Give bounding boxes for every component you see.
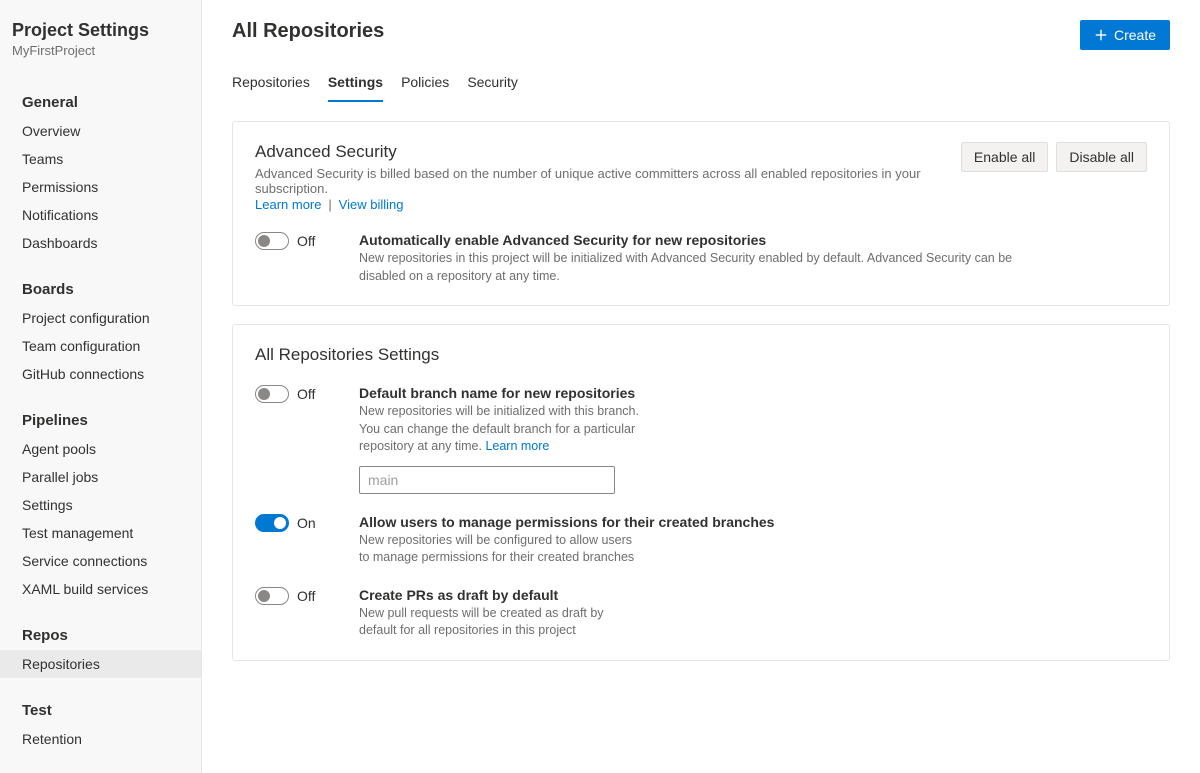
sidebar-group-title: Boards	[0, 275, 201, 304]
page-header: All Repositories Create	[232, 20, 1170, 50]
sidebar-subtitle: MyFirstProject	[12, 43, 189, 58]
enable-all-button[interactable]: Enable all	[961, 142, 1049, 172]
setting-desc: New pull requests will be created as dra…	[359, 605, 639, 640]
sidebar-item-xaml-build-services[interactable]: XAML build services	[0, 575, 201, 603]
sidebar-item-settings[interactable]: Settings	[0, 491, 201, 519]
sidebar-item-retention[interactable]: Retention	[0, 725, 201, 753]
sidebar-group-boards: Boards Project configuration Team config…	[0, 275, 201, 388]
sidebar-group-test: Test Retention	[0, 696, 201, 753]
sidebar-group-title: Test	[0, 696, 201, 725]
action-buttons: Enable all Disable all	[961, 142, 1147, 172]
setting-body: Allow users to manage permissions for th…	[359, 514, 1059, 567]
sidebar-group-general: General Overview Teams Permissions Notif…	[0, 88, 201, 257]
sidebar-group-title: Repos	[0, 621, 201, 650]
all-repo-settings-card: All Repositories Settings Off Default br…	[232, 324, 1170, 661]
sidebar-group-repos: Repos Repositories	[0, 621, 201, 678]
setting-title: Create PRs as draft by default	[359, 587, 1059, 603]
toggle-state-label: Off	[297, 233, 315, 249]
setting-body: Automatically enable Advanced Security f…	[359, 232, 1059, 285]
sidebar-item-overview[interactable]: Overview	[0, 117, 201, 145]
card-header: Advanced Security Advanced Security is b…	[255, 142, 1147, 212]
tab-policies[interactable]: Policies	[401, 68, 449, 102]
auto-enable-toggle[interactable]	[255, 232, 289, 250]
tab-settings[interactable]: Settings	[328, 68, 383, 102]
sidebar: Project Settings MyFirstProject General …	[0, 0, 202, 773]
setting-body: Create PRs as draft by default New pull …	[359, 587, 1059, 640]
setting-draft-pr: Off Create PRs as draft by default New p…	[255, 587, 1147, 640]
toggle-wrap: On	[255, 514, 345, 532]
sidebar-item-github-connections[interactable]: GitHub connections	[0, 360, 201, 388]
toggle-wrap: Off	[255, 587, 345, 605]
manage-permissions-toggle[interactable]	[255, 514, 289, 532]
link-separator: |	[328, 197, 331, 212]
sidebar-item-repositories[interactable]: Repositories	[0, 650, 201, 678]
toggle-state-label: Off	[297, 588, 315, 604]
setting-title: Default branch name for new repositories	[359, 385, 1059, 401]
sidebar-group-pipelines: Pipelines Agent pools Parallel jobs Sett…	[0, 406, 201, 603]
setting-desc: New repositories will be configured to a…	[359, 532, 639, 567]
main-content: All Repositories Create Repositories Set…	[202, 0, 1200, 773]
section-title: All Repositories Settings	[255, 345, 1147, 365]
setting-default-branch: Off Default branch name for new reposito…	[255, 385, 1147, 494]
sidebar-item-permissions[interactable]: Permissions	[0, 173, 201, 201]
sidebar-item-agent-pools[interactable]: Agent pools	[0, 435, 201, 463]
section-links: Learn more | View billing	[255, 196, 941, 212]
toggle-wrap: Off	[255, 232, 345, 250]
section-title: Advanced Security	[255, 142, 941, 162]
sidebar-item-project-configuration[interactable]: Project configuration	[0, 304, 201, 332]
setting-auto-enable: Off Automatically enable Advanced Securi…	[255, 232, 1147, 285]
learn-more-link[interactable]: Learn more	[485, 439, 549, 453]
create-button[interactable]: Create	[1080, 20, 1170, 50]
toggle-state-label: Off	[297, 386, 315, 402]
tab-security[interactable]: Security	[467, 68, 518, 102]
learn-more-link[interactable]: Learn more	[255, 197, 321, 212]
plus-icon	[1094, 28, 1108, 42]
sidebar-item-test-management[interactable]: Test management	[0, 519, 201, 547]
setting-manage-permissions: On Allow users to manage permissions for…	[255, 514, 1147, 567]
setting-title: Allow users to manage permissions for th…	[359, 514, 1059, 530]
sidebar-item-parallel-jobs[interactable]: Parallel jobs	[0, 463, 201, 491]
sidebar-item-notifications[interactable]: Notifications	[0, 201, 201, 229]
draft-pr-toggle[interactable]	[255, 587, 289, 605]
sidebar-group-title: General	[0, 88, 201, 117]
toggle-wrap: Off	[255, 385, 345, 403]
tabs: Repositories Settings Policies Security	[232, 68, 1170, 103]
view-billing-link[interactable]: View billing	[339, 197, 404, 212]
setting-desc: New repositories will be initialized wit…	[359, 403, 639, 456]
sidebar-group-title: Pipelines	[0, 406, 201, 435]
sidebar-item-service-connections[interactable]: Service connections	[0, 547, 201, 575]
toggle-state-label: On	[297, 515, 316, 531]
setting-title: Automatically enable Advanced Security f…	[359, 232, 1059, 248]
default-branch-input[interactable]	[359, 466, 615, 494]
setting-desc: New repositories in this project will be…	[359, 250, 1059, 285]
setting-body: Default branch name for new repositories…	[359, 385, 1059, 494]
sidebar-item-dashboards[interactable]: Dashboards	[0, 229, 201, 257]
tab-repositories[interactable]: Repositories	[232, 68, 310, 102]
sidebar-title: Project Settings	[12, 20, 189, 41]
sidebar-item-team-configuration[interactable]: Team configuration	[0, 332, 201, 360]
sidebar-item-teams[interactable]: Teams	[0, 145, 201, 173]
page-title: All Repositories	[232, 20, 384, 43]
sidebar-header: Project Settings MyFirstProject	[0, 20, 201, 70]
create-button-label: Create	[1114, 27, 1156, 43]
section-desc: Advanced Security is billed based on the…	[255, 166, 941, 196]
disable-all-button[interactable]: Disable all	[1056, 142, 1147, 172]
default-branch-toggle[interactable]	[255, 385, 289, 403]
advanced-security-card: Advanced Security Advanced Security is b…	[232, 121, 1170, 306]
